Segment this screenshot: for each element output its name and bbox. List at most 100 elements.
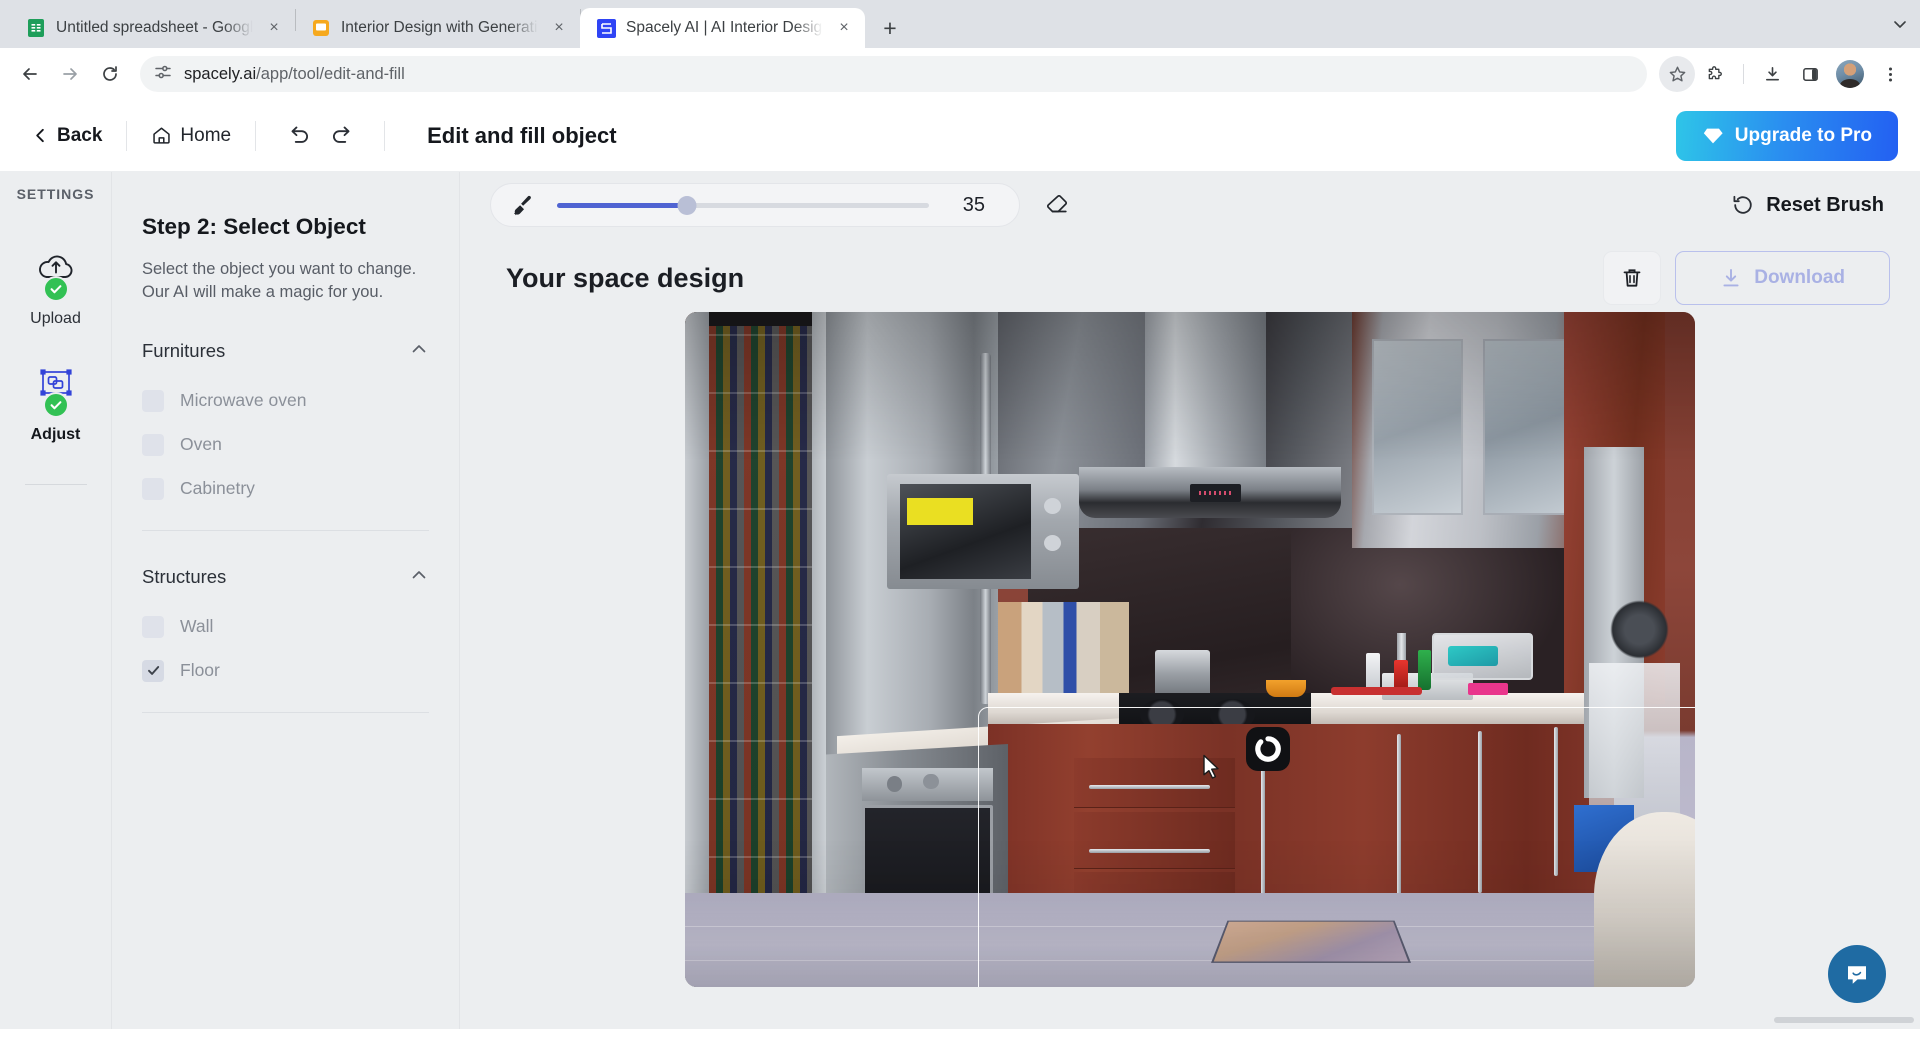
browser-tab-1[interactable]: Untitled spreadsheet - Google Sheets × bbox=[10, 8, 295, 48]
select-object-panel: Step 2: Select Object Select the object … bbox=[112, 172, 460, 1029]
new-tab-button[interactable]: + bbox=[873, 11, 907, 45]
cloud-upload-icon bbox=[34, 246, 78, 288]
floor-rug bbox=[1211, 921, 1410, 963]
delete-button[interactable] bbox=[1603, 251, 1661, 305]
tab-strip: Untitled spreadsheet - Google Sheets × I… bbox=[0, 0, 1920, 48]
option-oven[interactable]: Oven bbox=[142, 434, 429, 456]
side-panel-icon[interactable] bbox=[1792, 56, 1828, 92]
diamond-icon bbox=[1702, 125, 1724, 147]
forward-icon[interactable] bbox=[52, 56, 88, 92]
slider-fill bbox=[557, 203, 687, 208]
download-button[interactable]: Download bbox=[1675, 251, 1890, 305]
design-image[interactable] bbox=[685, 312, 1695, 987]
checkbox[interactable] bbox=[142, 616, 164, 638]
option-microwave-oven[interactable]: Microwave oven bbox=[142, 390, 429, 412]
reset-brush-button[interactable]: Reset Brush bbox=[1731, 193, 1890, 217]
intercom-chat-button[interactable] bbox=[1828, 945, 1886, 1003]
chrome-menu-icon[interactable] bbox=[1872, 56, 1908, 92]
checkbox[interactable] bbox=[142, 390, 164, 412]
option-wall[interactable]: Wall bbox=[142, 616, 429, 638]
floor bbox=[685, 893, 1695, 988]
upgrade-button-label: Upgrade to Pro bbox=[1735, 125, 1872, 147]
spacely-icon bbox=[596, 18, 616, 38]
floor-tile-line-1 bbox=[685, 926, 1695, 927]
home-button[interactable]: Home bbox=[151, 125, 231, 147]
option-label: Oven bbox=[180, 434, 222, 455]
drawer-handle-2 bbox=[1089, 849, 1210, 853]
pink-cloth bbox=[1468, 683, 1508, 695]
header-divider bbox=[126, 121, 127, 151]
canvas-title: Your space design bbox=[490, 263, 744, 294]
group-header-furnitures[interactable]: Furnitures bbox=[142, 339, 429, 368]
app-root: Back Home Edit and fill object Upgrade t… bbox=[0, 100, 1920, 1029]
brush-size-control[interactable]: 35 bbox=[490, 183, 1020, 227]
slider-thumb[interactable] bbox=[678, 196, 697, 215]
chevron-down-icon[interactable] bbox=[1880, 4, 1920, 44]
back-icon[interactable] bbox=[12, 56, 48, 92]
tab-title: Untitled spreadsheet - Google Sheets bbox=[56, 19, 253, 37]
status-check-icon bbox=[43, 392, 69, 418]
loading-spinner-icon bbox=[1246, 727, 1290, 771]
downloads-icon[interactable] bbox=[1754, 56, 1790, 92]
address-bar[interactable]: spacely.ai/app/tool/edit-and-fill bbox=[140, 56, 1647, 92]
checkbox-checked[interactable] bbox=[142, 660, 164, 682]
settings-rail: SETTINGS Upload bbox=[0, 172, 112, 1029]
app-header: Back Home Edit and fill object Upgrade t… bbox=[0, 100, 1920, 172]
reload-icon[interactable] bbox=[92, 56, 128, 92]
panel-divider bbox=[142, 530, 429, 531]
checkbox[interactable] bbox=[142, 434, 164, 456]
back-button[interactable]: Back bbox=[32, 125, 102, 147]
rail-item-label: Adjust bbox=[31, 426, 81, 444]
browser-tab-3-active[interactable]: Spacely AI | AI Interior Design × bbox=[580, 8, 865, 48]
orange-bowl bbox=[1266, 680, 1306, 698]
group-header-structures[interactable]: Structures bbox=[142, 565, 429, 594]
sheets-icon bbox=[26, 18, 46, 38]
upgrade-to-pro-button[interactable]: Upgrade to Pro bbox=[1676, 111, 1898, 161]
download-button-label: Download bbox=[1754, 267, 1845, 289]
canvas-area: Your space design Download bbox=[460, 238, 1920, 1029]
paint-brush-icon[interactable] bbox=[511, 193, 535, 217]
brush-size-value: 35 bbox=[951, 194, 985, 217]
site-settings-icon[interactable] bbox=[154, 63, 172, 86]
extensions-icon[interactable] bbox=[1697, 56, 1733, 92]
floor-tile-line-2 bbox=[685, 960, 1695, 961]
soap-bottle-3 bbox=[1418, 650, 1431, 691]
chevron-up-icon[interactable] bbox=[409, 565, 429, 590]
close-icon[interactable]: × bbox=[548, 17, 570, 39]
header-divider bbox=[255, 121, 256, 151]
horizontal-scrollbar[interactable] bbox=[1774, 1017, 1914, 1023]
eraser-icon[interactable] bbox=[1034, 183, 1080, 227]
toolbar-divider bbox=[1743, 64, 1744, 84]
cabinet-handle-3 bbox=[1478, 731, 1482, 893]
check-icon bbox=[146, 663, 161, 678]
canvas-column: 35 Reset Brush Your space design bbox=[460, 172, 1920, 1029]
brush-toolbar: 35 Reset Brush bbox=[460, 172, 1920, 238]
undo-icon[interactable] bbox=[280, 116, 320, 156]
bookmark-star-icon[interactable] bbox=[1659, 56, 1695, 92]
microwave-knob-2 bbox=[1044, 535, 1061, 551]
rail-item-upload[interactable]: Upload bbox=[0, 246, 111, 328]
generic-page-icon bbox=[311, 18, 331, 38]
rail-title: SETTINGS bbox=[17, 186, 95, 202]
close-icon[interactable]: × bbox=[833, 17, 855, 39]
drawer-handle-1 bbox=[1089, 785, 1210, 789]
electric-fan bbox=[1604, 596, 1675, 664]
back-button-label: Back bbox=[57, 125, 102, 147]
checkbox[interactable] bbox=[142, 478, 164, 500]
header-divider bbox=[384, 121, 385, 151]
redo-icon[interactable] bbox=[320, 116, 360, 156]
option-label: Wall bbox=[180, 616, 213, 637]
option-cabinetry[interactable]: Cabinetry bbox=[142, 478, 429, 500]
option-label: Cabinetry bbox=[180, 478, 255, 499]
close-icon[interactable]: × bbox=[263, 17, 285, 39]
rail-item-adjust[interactable]: Adjust bbox=[0, 362, 111, 444]
brush-size-slider[interactable] bbox=[557, 196, 929, 214]
browser-tab-2[interactable]: Interior Design with Generative AI × bbox=[295, 8, 580, 48]
option-floor[interactable]: Floor bbox=[142, 660, 429, 682]
chevron-up-icon[interactable] bbox=[409, 339, 429, 364]
profile-avatar[interactable] bbox=[1836, 60, 1864, 88]
app-body: SETTINGS Upload bbox=[0, 172, 1920, 1029]
canvas-header: Your space design Download bbox=[490, 238, 1890, 312]
red-utensil bbox=[1331, 687, 1422, 695]
group-structures: Structures Wall Floor bbox=[142, 565, 429, 682]
